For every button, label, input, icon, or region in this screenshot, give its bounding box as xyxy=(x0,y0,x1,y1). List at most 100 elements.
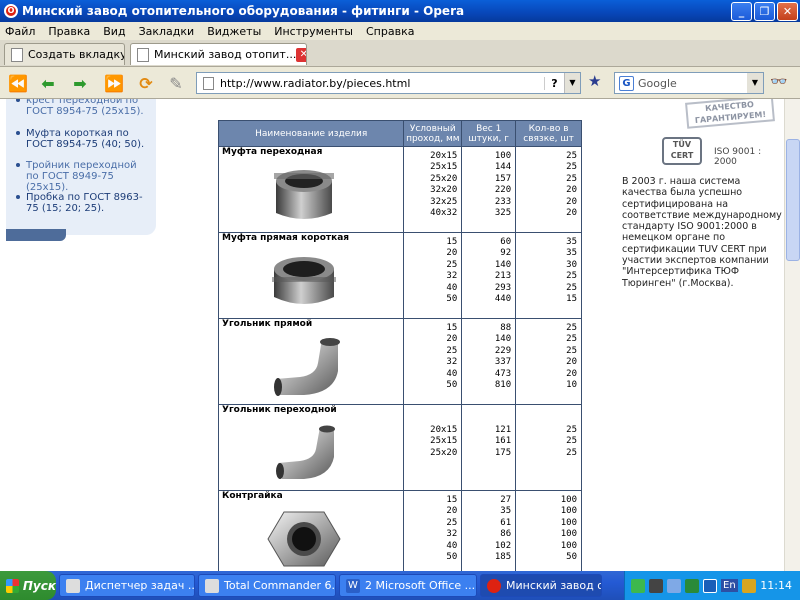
weight-values: 121 161 175 xyxy=(461,404,517,491)
tab-active[interactable]: Минский завод отопит... ✕ xyxy=(130,43,307,65)
weight-values: 60 92 140 213 293 440 xyxy=(461,232,517,319)
product-image xyxy=(217,158,405,233)
menu-tools[interactable]: Инструменты xyxy=(274,25,353,38)
language-indicator[interactable]: En xyxy=(721,579,738,592)
section-row: Угольник переходной 20x15 25x15 25x20 121 … xyxy=(217,404,582,491)
sidebar-tab xyxy=(6,229,66,241)
certification-text: В 2003 г. наша система качества была усп… xyxy=(622,176,782,289)
tuv-logo: TÜV CERT xyxy=(662,137,702,165)
bookmark-star-icon[interactable]: ★ xyxy=(588,72,601,90)
tray-icon[interactable] xyxy=(685,578,699,593)
clock: 11:14 xyxy=(760,579,792,592)
elbow-reducing-icon xyxy=(275,425,335,480)
new-tab-button[interactable]: Создать вкладку xyxy=(4,43,125,65)
section-row: Угольник прямой 15 20 25 32 40 50 88 140 2… xyxy=(217,318,582,405)
taskbar-button-label: Минский завод о... xyxy=(506,579,601,592)
tray-icon[interactable] xyxy=(741,578,756,593)
page-icon xyxy=(203,76,214,90)
menu-file[interactable]: Файл xyxy=(5,25,35,38)
size-values: 20x15 25x15 25x20 xyxy=(403,404,463,491)
address-input[interactable]: http://www.radiator.by/pieces.html xyxy=(220,77,544,90)
locknut-icon xyxy=(267,511,341,567)
product-image xyxy=(217,502,405,571)
table-header: Наименование изделия Условный проход, мм… xyxy=(217,120,582,147)
tray-icon[interactable] xyxy=(631,578,645,593)
elbow-icon xyxy=(273,338,340,397)
edit-icon[interactable]: ✎ xyxy=(164,71,188,95)
quality-stamp: КАЧЕСТВО ГАРАНТИРУЕМ! xyxy=(685,99,775,129)
chevron-down-icon[interactable]: ▼ xyxy=(747,73,763,93)
taskbar-button-label: 2 Microsoft Office ... xyxy=(365,579,476,592)
menu-view[interactable]: Вид xyxy=(103,25,125,38)
taskbar: Пуск Диспетчер задач ... Total Commander… xyxy=(0,571,800,600)
taskbar-button[interactable]: W 2 Microsoft Office ... xyxy=(339,574,477,597)
section-title: Муфта прямая короткая xyxy=(217,232,405,245)
section-row: Муфта переходная 20x15 25x15 25x20 32x20 … xyxy=(217,146,582,233)
right-column: КАЧЕСТВО ГАРАНТИРУЕМ! TÜV CERT ISO 9001 … xyxy=(614,99,784,571)
taskbar-button-label: Total Commander 6.... xyxy=(224,579,336,592)
section-row: Контргайка 15 20 25 32 40 50 27 35 61 86 1… xyxy=(217,490,582,571)
total-commander-icon xyxy=(205,578,219,593)
section-title: Муфта переходная xyxy=(217,146,405,159)
tray-icon[interactable] xyxy=(649,578,663,593)
product-image xyxy=(217,330,405,405)
size-values: 20x15 25x15 25x20 32x20 32x25 40x32 xyxy=(403,146,463,233)
product-image xyxy=(217,416,405,491)
search-input[interactable]: Google xyxy=(638,77,747,90)
section-title: Угольник прямой xyxy=(217,318,405,331)
menu-edit[interactable]: Правка xyxy=(48,25,90,38)
vertical-scrollbar[interactable] xyxy=(784,99,800,571)
scrollbar-thumb[interactable] xyxy=(786,139,800,261)
tab-active-label: Минский завод отопит... xyxy=(154,48,297,61)
section-row: Муфта прямая короткая 15 20 25 32 40 50 60… xyxy=(217,232,582,319)
sidebar-item[interactable]: Пробка по ГОСТ 8963-75 (15; 20; 25). xyxy=(16,192,152,214)
count-values: 35 35 30 25 25 15 xyxy=(515,232,582,319)
count-values: 25 25 25 20 20 20 xyxy=(515,146,582,233)
new-tab-label: Создать вкладку xyxy=(28,48,125,61)
menu-bookmarks[interactable]: Закладки xyxy=(139,25,195,38)
chevron-down-icon[interactable]: ▼ xyxy=(564,73,580,93)
coupling-straight-icon xyxy=(271,257,336,305)
menu-widgets[interactable]: Виджеты xyxy=(207,25,261,38)
minimize-button[interactable]: _ xyxy=(731,1,752,21)
sidebar-item[interactable]: Тройник переходной по ГОСТ 8949-75 (25х1… xyxy=(16,160,152,193)
window-title: Минский завод отопительного оборудования… xyxy=(22,4,465,18)
rewind-icon[interactable]: ⏪ xyxy=(6,71,30,95)
sidebar-item[interactable]: Муфта короткая по ГОСТ 8954-75 (40; 50). xyxy=(16,128,152,150)
word-icon: W xyxy=(346,578,360,593)
iso-label: ISO 9001 : 2000 xyxy=(714,147,762,167)
weight-values: 100 144 157 220 233 325 xyxy=(461,146,517,233)
page-content: крест переходной по ГОСТ 8954-75 (25х15)… xyxy=(0,99,784,571)
taskbar-button-active[interactable]: Минский завод о... xyxy=(480,574,602,597)
page-icon xyxy=(137,47,149,62)
tab-close-icon[interactable]: ✕ xyxy=(296,47,306,62)
address-bar[interactable]: http://www.radiator.by/pieces.html ? ▼ xyxy=(196,72,581,94)
size-values: 15 20 25 32 40 50 xyxy=(403,232,463,319)
start-button[interactable]: Пуск xyxy=(0,571,56,600)
section-title: Угольник переходной xyxy=(217,404,405,417)
info-icon[interactable]: ? xyxy=(544,76,564,90)
new-tab-icon xyxy=(11,47,23,62)
taskbar-button[interactable]: Total Commander 6.... xyxy=(198,574,336,597)
size-values: 15 20 25 32 40 50 xyxy=(403,318,463,405)
maximize-button[interactable]: ❐ xyxy=(754,1,775,21)
taskbar-button[interactable]: Диспетчер задач ... xyxy=(59,574,195,597)
coupling-reducing-icon xyxy=(273,170,334,220)
search-box[interactable]: G Google ▼ xyxy=(614,72,764,94)
fast-forward-icon[interactable]: ⏩ xyxy=(102,71,126,95)
reload-icon[interactable]: ⟳ xyxy=(134,71,158,95)
google-icon: G xyxy=(619,75,634,91)
count-values: 25 25 25 20 20 10 xyxy=(515,318,582,405)
back-icon[interactable]: ⬅ xyxy=(36,71,60,95)
menu-bar: Файл Правка Вид Закладки Виджеты Инструм… xyxy=(0,22,800,40)
opera-icon: O xyxy=(4,4,18,18)
tray-icon[interactable] xyxy=(703,578,717,593)
windows-logo-icon xyxy=(6,578,19,593)
forward-icon[interactable]: ➡ xyxy=(68,71,92,95)
title-bar: O Минский завод отопительного оборудован… xyxy=(0,0,800,22)
menu-help[interactable]: Справка xyxy=(366,25,414,38)
sidebar-item[interactable]: крест переходной по ГОСТ 8954-75 (25х15)… xyxy=(16,99,152,117)
glasses-icon[interactable]: 👓 xyxy=(770,74,787,90)
tray-icon[interactable] xyxy=(667,578,681,593)
close-button[interactable]: ✕ xyxy=(777,1,798,21)
